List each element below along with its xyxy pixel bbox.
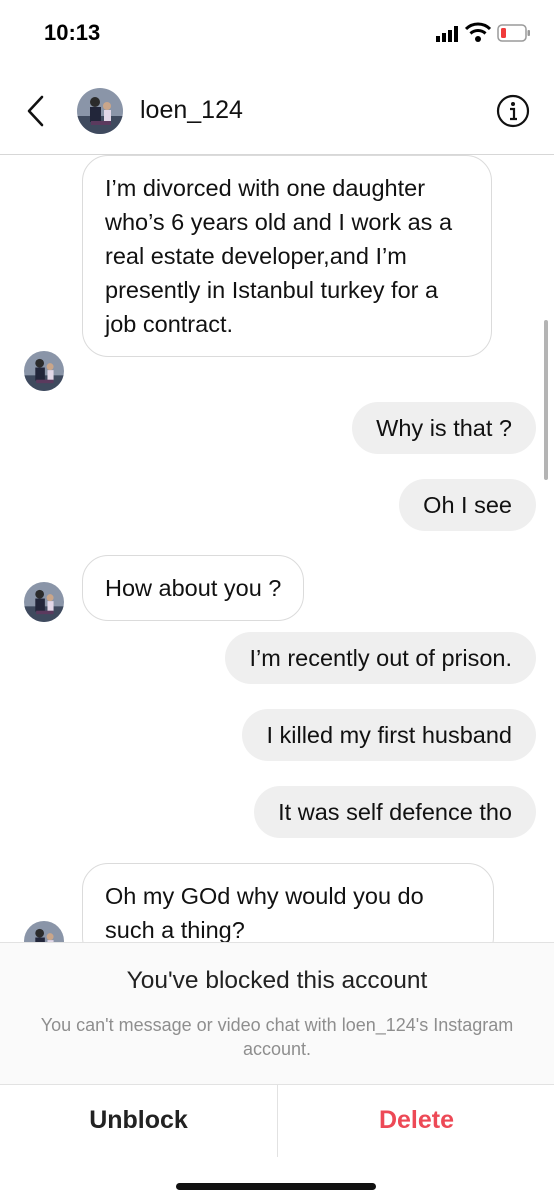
message-bubble-incoming[interactable]: Oh my GOd why would you do such a thing? [82,863,494,942]
message-bubble-outgoing[interactable]: It was self defence tho [254,786,536,838]
blocked-actions: Unblock Delete [0,1084,554,1157]
message-thread[interactable]: I’m divorced with one daughter who’s 6 y… [0,155,554,942]
unblock-button[interactable]: Unblock [0,1085,277,1157]
conversation-header: loen_124 [0,66,554,155]
status-bar: 10:13 [0,0,554,66]
avatar[interactable] [24,351,64,391]
battery-low-icon [497,24,530,42]
blocked-title: You've blocked this account [126,967,428,994]
blocked-subtitle: You can't message or video chat with loe… [40,1015,514,1059]
delete-button[interactable]: Delete [278,1085,554,1157]
status-time: 10:13 [44,20,101,45]
message-bubble-outgoing[interactable]: Why is that ? [352,402,536,454]
message-bubble-incoming[interactable]: I’m divorced with one daughter who’s 6 y… [82,155,492,357]
message-bubble-outgoing[interactable]: I’m recently out of prison. [225,632,536,684]
avatar[interactable] [24,582,64,622]
home-indicator[interactable] [176,1183,376,1190]
message-bubble-outgoing[interactable]: Oh I see [399,479,536,531]
avatar[interactable] [77,88,123,134]
scroll-indicator[interactable] [544,320,548,480]
message-bubble-outgoing[interactable]: I killed my first husband [242,709,536,761]
info-icon[interactable] [496,94,530,128]
blocked-notice: You've blocked this account You can't me… [0,942,554,1085]
chevron-left-icon[interactable] [22,94,50,128]
avatar[interactable] [24,921,64,942]
signal-icon [436,26,458,42]
header-username[interactable]: loen_124 [140,96,243,125]
wifi-icon [465,22,491,42]
message-bubble-incoming[interactable]: How about you ? [82,555,305,621]
